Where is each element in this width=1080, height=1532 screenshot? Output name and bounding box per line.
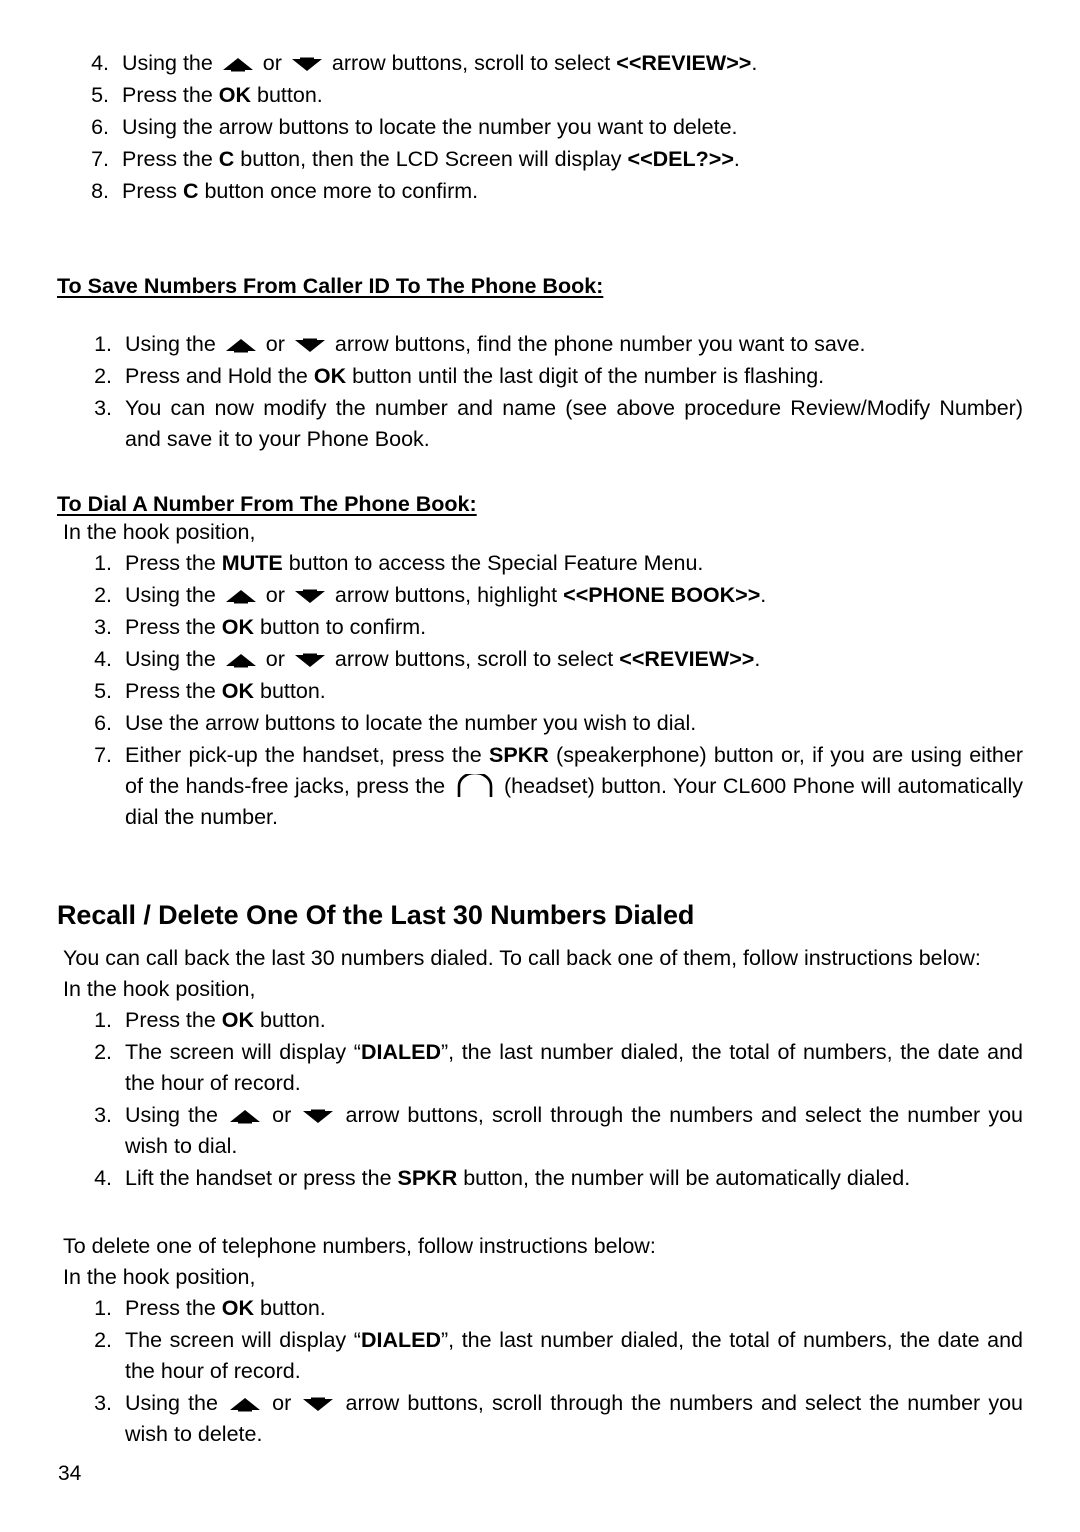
list-item-text: Use the arrow buttons to locate the numb…: [125, 711, 697, 735]
list-item-text: Using the or arrow buttons, highlight <<…: [125, 583, 767, 607]
list-item-number: 1.: [94, 1008, 112, 1032]
list-item: 1. Using the or arrow buttons, find the …: [57, 329, 1023, 360]
arrow-up-icon: [221, 56, 255, 72]
delete-steps-list: 4. Using the or arrow buttons, scroll to…: [57, 48, 1023, 207]
list-item: 2. Using the or arrow buttons, highlight…: [57, 580, 1023, 611]
arrow-down-icon: [290, 56, 324, 72]
list-item-number: 2.: [94, 1328, 112, 1352]
headset-icon: [455, 774, 495, 798]
dial-section-heading-wrap: To Dial A Number From The Phone Book:: [57, 492, 1023, 517]
list-item: 7. Press the C button, then the LCD Scre…: [57, 144, 1023, 175]
list-item-number: 2.: [94, 364, 112, 388]
delete-dialed-steps-list: 1. Press the OK button. 2. The screen wi…: [57, 1293, 1023, 1450]
arrow-down-icon: [293, 588, 327, 604]
save-section-heading-wrap: To Save Numbers From Caller ID To The Ph…: [57, 274, 1023, 299]
list-item: 4. Using the or arrow buttons, scroll to…: [57, 644, 1023, 675]
delete-dialed-intro-2: In the hook position,: [63, 1265, 256, 1289]
list-item-text: Press the OK button to confirm.: [125, 615, 427, 639]
list-item-number: 3.: [94, 1103, 112, 1127]
list-item: 8. Press C button once more to confirm.: [57, 176, 1023, 207]
recall-steps-list: 1. Press the OK button. 2. The screen wi…: [57, 1005, 1023, 1194]
list-item-text: Press the OK button.: [125, 679, 326, 703]
list-item: 3. Press the OK button to confirm.: [57, 612, 1023, 643]
list-item: 5. Press the OK button.: [57, 80, 1023, 111]
list-item-number: 1.: [94, 1296, 112, 1320]
list-item-text: Lift the handset or press the SPKR butto…: [125, 1166, 911, 1190]
page-number: 34: [58, 1462, 82, 1485]
list-item-text: Press the OK button.: [125, 1008, 326, 1032]
list-item-number: 4.: [94, 1166, 112, 1190]
dial-steps-list: 1. Press the MUTE button to access the S…: [57, 548, 1023, 833]
delete-dialed-intro-1: To delete one of telephone numbers, foll…: [63, 1234, 656, 1258]
list-item-text: Using the or arrow buttons, scroll to se…: [125, 647, 761, 671]
arrow-down-icon: [293, 337, 327, 353]
save-steps-list: 1. Using the or arrow buttons, find the …: [57, 329, 1023, 455]
list-item-number: 4.: [94, 647, 112, 671]
list-item: 4. Lift the handset or press the SPKR bu…: [57, 1163, 1023, 1194]
list-item: 2. The screen will display “DIALED”, the…: [57, 1037, 1023, 1099]
list-item-number: 5.: [91, 83, 109, 107]
list-item: 4. Using the or arrow buttons, scroll to…: [57, 48, 1023, 79]
list-item-number: 5.: [94, 679, 112, 703]
list-item-text: Using the or arrow buttons, find the pho…: [125, 332, 866, 356]
list-item: 1. Press the OK button.: [57, 1293, 1023, 1324]
arrow-up-icon: [224, 337, 258, 353]
list-item: 5. Press the OK button.: [57, 676, 1023, 707]
list-item-text: Press the OK button.: [122, 83, 323, 107]
list-item: 3. Using the or arrow buttons, scroll th…: [57, 1100, 1023, 1162]
dial-section-intro: In the hook position,: [63, 520, 256, 544]
list-item-text: You can now modify the number and name (…: [125, 396, 1023, 451]
list-item-number: 3.: [94, 396, 112, 420]
arrow-up-icon: [228, 1396, 262, 1412]
list-item-text: Press the MUTE button to access the Spec…: [125, 551, 704, 575]
arrow-up-icon: [224, 588, 258, 604]
list-item: 6. Using the arrow buttons to locate the…: [57, 112, 1023, 143]
list-item: 1. Press the MUTE button to access the S…: [57, 548, 1023, 579]
list-item: 6. Use the arrow buttons to locate the n…: [57, 708, 1023, 739]
list-item: 2. Press and Hold the OK button until th…: [57, 361, 1023, 392]
list-item-text: The screen will display “DIALED”, the la…: [125, 1328, 1024, 1383]
list-item-number: 6.: [91, 115, 109, 139]
list-item-text: Using the arrow buttons to locate the nu…: [122, 115, 738, 139]
page-content: 4. Using the or arrow buttons, scroll to…: [57, 48, 1023, 1451]
list-item-text: Press the OK button.: [125, 1296, 326, 1320]
list-item: 3. You can now modify the number and nam…: [57, 393, 1023, 455]
list-item: 2. The screen will display “DIALED”, the…: [57, 1325, 1023, 1387]
list-item-text: Either pick-up the handset, press the SP…: [125, 743, 1023, 829]
list-item-text: Using the or arrow buttons, scroll throu…: [125, 1391, 1023, 1446]
list-item-number: 4.: [91, 51, 109, 75]
list-item-number: 3.: [94, 1391, 112, 1415]
list-item-number: 8.: [91, 179, 109, 203]
list-item: 1. Press the OK button.: [57, 1005, 1023, 1036]
list-item-text: The screen will display “DIALED”, the la…: [125, 1040, 1024, 1095]
list-item-number: 7.: [94, 743, 112, 767]
recall-intro-1: You can call back the last 30 numbers di…: [63, 946, 981, 970]
arrow-down-icon: [293, 652, 327, 668]
section-heading: To Dial A Number From The Phone Book:: [57, 492, 477, 516]
list-item-text: Press and Hold the OK button until the l…: [125, 364, 825, 388]
list-item: 3. Using the or arrow buttons, scroll th…: [57, 1388, 1023, 1450]
arrow-up-icon: [228, 1108, 262, 1124]
list-item-number: 3.: [94, 615, 112, 639]
list-item-text: Using the or arrow buttons, scroll throu…: [125, 1103, 1023, 1158]
recall-intro-2: In the hook position,: [63, 977, 256, 1001]
list-item: 7. Either pick-up the handset, press the…: [57, 740, 1023, 833]
list-item-text: Press C button once more to confirm.: [122, 179, 479, 203]
list-item-number: 2.: [94, 1040, 112, 1064]
list-item-text: Press the C button, then the LCD Screen …: [122, 147, 740, 171]
arrow-down-icon: [301, 1396, 335, 1412]
list-item-number: 7.: [91, 147, 109, 171]
page-title: Recall / Delete One Of the Last 30 Numbe…: [57, 900, 695, 930]
section-heading: To Save Numbers From Caller ID To The Ph…: [57, 274, 604, 298]
arrow-up-icon: [224, 652, 258, 668]
document-page: 4. Using the or arrow buttons, scroll to…: [0, 0, 1080, 1532]
arrow-down-icon: [301, 1108, 335, 1124]
list-item-number: 1.: [94, 332, 112, 356]
list-item-number: 6.: [94, 711, 112, 735]
list-item-number: 1.: [94, 551, 112, 575]
list-item-text: Using the or arrow buttons, scroll to se…: [122, 51, 758, 75]
list-item-number: 2.: [94, 583, 112, 607]
